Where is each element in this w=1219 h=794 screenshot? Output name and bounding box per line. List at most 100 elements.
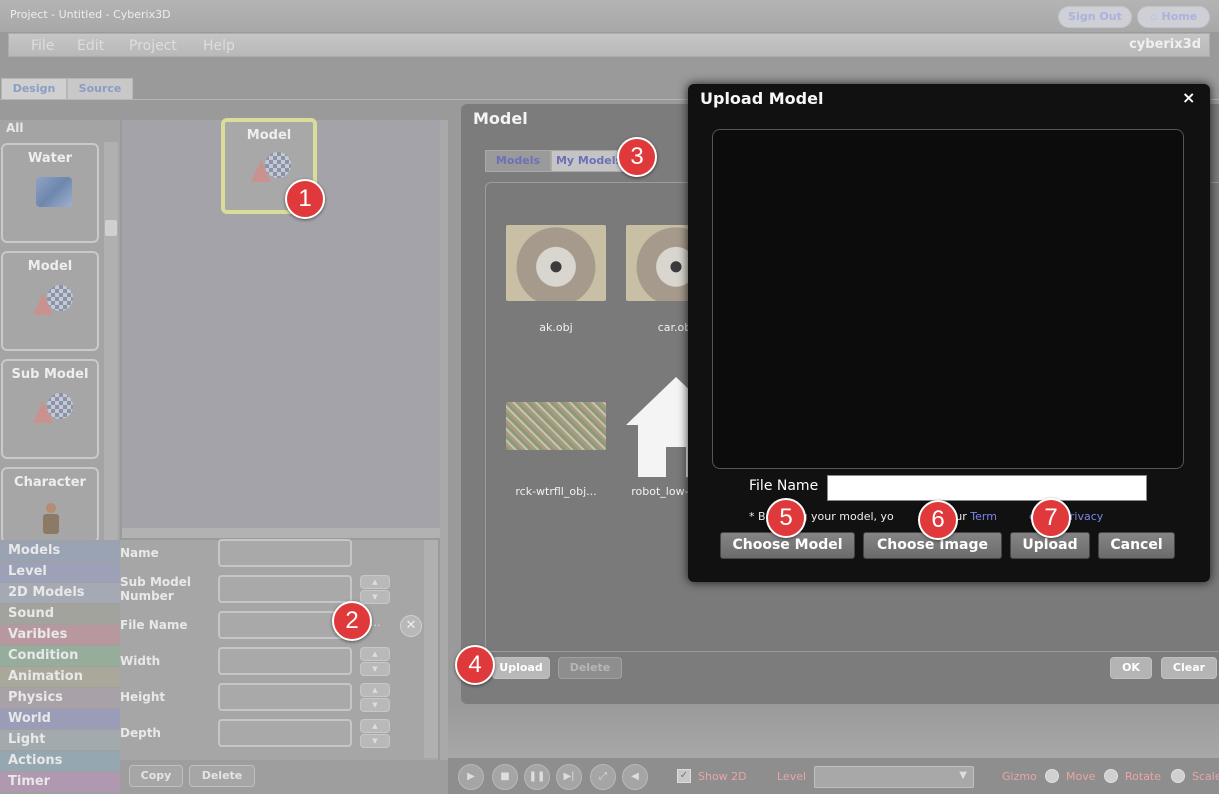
terms-link[interactable]: Term bbox=[970, 510, 997, 523]
copy-button[interactable]: Copy bbox=[129, 765, 183, 787]
title-bar bbox=[0, 0, 1219, 32]
vertical-splitter[interactable] bbox=[440, 120, 448, 760]
palette-all-label[interactable]: All bbox=[6, 121, 24, 135]
prop-name-input[interactable] bbox=[218, 539, 352, 567]
upload-preview-area bbox=[712, 129, 1184, 469]
prop-depth-label: Depth bbox=[120, 726, 161, 740]
model-upload-button[interactable]: Upload bbox=[492, 657, 550, 679]
category-item[interactable]: Models bbox=[0, 541, 120, 561]
model-icon bbox=[33, 285, 77, 315]
tab-source[interactable]: Source bbox=[67, 78, 133, 100]
prop-sub-model-number-input[interactable] bbox=[218, 575, 352, 603]
gizmo-rotate-label: Rotate bbox=[1125, 770, 1162, 783]
model-ok-button[interactable]: OK bbox=[1110, 657, 1152, 679]
step-badge-7: 7 bbox=[1031, 498, 1071, 538]
category-item[interactable]: 2D Models bbox=[0, 583, 120, 603]
delete-node-button[interactable]: Delete bbox=[189, 765, 255, 787]
upload-dialog-title: Upload Model bbox=[700, 89, 824, 108]
prop-height-label: Height bbox=[120, 690, 166, 704]
menu-help[interactable]: Help bbox=[203, 38, 235, 54]
menu-edit[interactable]: Edit bbox=[77, 38, 104, 54]
category-item[interactable]: Level bbox=[0, 562, 120, 582]
home-icon: ⌂ bbox=[1149, 10, 1158, 23]
width-stepper[interactable]: ▲ ▼ bbox=[360, 647, 390, 677]
palette-scrollbar[interactable] bbox=[104, 142, 118, 540]
sign-out-button[interactable]: Sign Out bbox=[1058, 6, 1132, 28]
category-item[interactable]: Timer bbox=[0, 772, 120, 792]
category-item[interactable]: World bbox=[0, 709, 120, 729]
model-item-label: rck-wtrfll_obj... bbox=[515, 485, 597, 498]
browse-button[interactable]: ... bbox=[370, 616, 392, 634]
sound-icon[interactable]: ◀ bbox=[622, 764, 648, 790]
play-icon[interactable]: ▶ bbox=[458, 764, 484, 790]
water-icon bbox=[36, 177, 72, 207]
prop-width-input[interactable] bbox=[218, 647, 352, 675]
palette-card-model[interactable]: Model bbox=[1, 251, 99, 351]
gizmo-label: Gizmo bbox=[1002, 770, 1037, 783]
sub-model-number-stepper[interactable]: ▲ ▼ bbox=[360, 575, 390, 605]
level-select[interactable]: ▼ bbox=[814, 766, 974, 788]
category-item[interactable]: Condition bbox=[0, 646, 120, 666]
category-item[interactable]: Varibles bbox=[0, 625, 120, 645]
properties-scrollbar[interactable] bbox=[424, 540, 438, 758]
gizmo-rotate-radio[interactable] bbox=[1104, 769, 1118, 783]
thumbnail-rck-wtrfll[interactable] bbox=[506, 402, 606, 450]
model-clear-button[interactable]: Clear bbox=[1161, 657, 1217, 679]
gizmo-scale-radio[interactable] bbox=[1171, 769, 1185, 783]
depth-stepper[interactable]: ▲ ▼ bbox=[360, 719, 390, 749]
prop-sub-model-number-label: Sub Model Number bbox=[120, 575, 191, 603]
palette-card-sub-model[interactable]: Sub Model bbox=[1, 359, 99, 459]
home-button[interactable]: ⌂ Home bbox=[1137, 6, 1210, 28]
palette-card-label: Character bbox=[14, 475, 86, 490]
prop-depth-input[interactable] bbox=[218, 719, 352, 747]
show-2d-checkbox[interactable]: ✓ bbox=[677, 769, 691, 783]
step-badge-2: 2 bbox=[332, 601, 372, 641]
pause-icon[interactable]: ❚❚ bbox=[524, 764, 550, 790]
chevron-down-icon: ▼ bbox=[959, 770, 967, 781]
palette-card-water[interactable]: Water bbox=[1, 143, 99, 243]
file-name-input[interactable] bbox=[827, 475, 1147, 501]
clear-file-icon[interactable]: ✕ bbox=[400, 615, 422, 637]
cancel-button[interactable]: Cancel bbox=[1098, 532, 1175, 559]
palette-card-character[interactable]: Character bbox=[1, 467, 99, 543]
step-badge-1: 1 bbox=[285, 179, 325, 219]
thumbnail-ak[interactable] bbox=[506, 225, 606, 301]
menu-file[interactable]: File bbox=[31, 38, 54, 54]
step-icon[interactable]: ▶| bbox=[556, 764, 582, 790]
palette-card-label: Water bbox=[27, 151, 73, 166]
model-dialog-title: Model bbox=[473, 109, 528, 128]
viewport-floor bbox=[448, 704, 1219, 758]
category-item[interactable]: Animation bbox=[0, 667, 120, 687]
palette-card-label: Model bbox=[27, 259, 73, 274]
stop-icon[interactable]: ■ bbox=[492, 764, 518, 790]
menu-project[interactable]: Project bbox=[129, 38, 177, 54]
height-stepper[interactable]: ▲ ▼ bbox=[360, 683, 390, 713]
prop-width-label: Width bbox=[120, 654, 161, 668]
prop-height-input[interactable] bbox=[218, 683, 352, 711]
gizmo-move-radio[interactable] bbox=[1045, 769, 1059, 783]
scroll-thumb[interactable] bbox=[105, 220, 117, 236]
step-badge-5: 5 bbox=[766, 498, 806, 538]
tab-my-models[interactable]: My Models bbox=[551, 150, 627, 172]
terms-notice-prefix: * B bbox=[749, 510, 766, 523]
category-item[interactable]: Actions bbox=[0, 751, 120, 771]
splitter-handle[interactable] bbox=[122, 528, 440, 538]
category-item[interactable]: Sound bbox=[0, 604, 120, 624]
close-icon[interactable]: × bbox=[1182, 88, 1195, 107]
tab-design[interactable]: Design bbox=[1, 78, 67, 100]
model-icon bbox=[251, 152, 295, 182]
palette-card-label: Sub Model bbox=[11, 367, 89, 382]
category-item[interactable]: Light bbox=[0, 730, 120, 750]
tab-models[interactable]: Models bbox=[485, 150, 551, 172]
gizmo-scale-label: Scale bbox=[1192, 770, 1219, 783]
app-title: Project - Untitled - Cyberix3D bbox=[10, 8, 171, 21]
prop-file-name-label: File Name bbox=[120, 618, 188, 632]
file-name-label: File Name bbox=[749, 478, 819, 494]
sub-model-icon bbox=[33, 393, 77, 423]
model-item-label: ak.obj bbox=[539, 321, 573, 334]
step-badge-4: 4 bbox=[455, 645, 495, 685]
category-item[interactable]: Physics bbox=[0, 688, 120, 708]
fullscreen-icon[interactable]: ⤢ bbox=[590, 764, 616, 790]
prop-name-label: Name bbox=[120, 546, 159, 560]
model-delete-button[interactable]: Delete bbox=[558, 657, 622, 679]
